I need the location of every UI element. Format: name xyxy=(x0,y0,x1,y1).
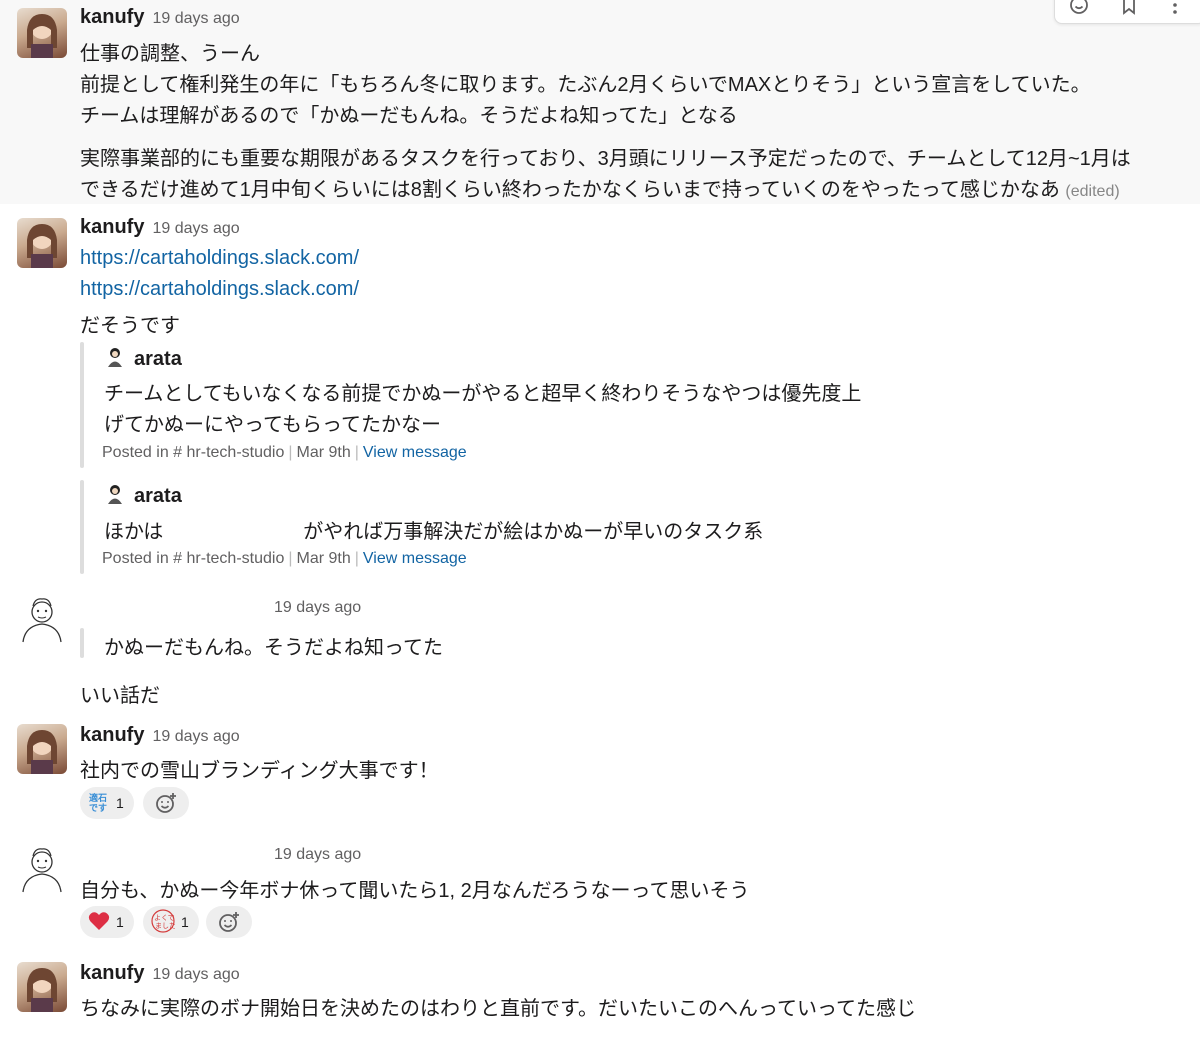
svg-text:よくでき: よくでき xyxy=(154,914,175,922)
add-reaction-button[interactable] xyxy=(206,906,252,938)
message-text: 仕事の調整、うーん xyxy=(80,43,260,65)
reaction-count: 1 xyxy=(116,795,124,811)
kanufy-avatar[interactable] xyxy=(17,724,67,774)
message-text: だそうです xyxy=(80,315,180,337)
message-1[interactable]: kanufy 19 days ago 仕事の調整、うーん 前提として権利発生の年に… xyxy=(0,0,1200,204)
message-text: 前提として権利発生の年に「もちろん冬に取ります。たぶん2月くらいでMAXとりそう… xyxy=(80,74,1091,96)
message-3[interactable]: 19 days ago かぬーだもんね。そうだよね知ってた いい話だ xyxy=(0,582,1200,712)
message-5[interactable]: 19 days ago 自分も、かぬー今年ボナ休って聞いたら1, 2月なんだろう… xyxy=(0,834,1200,954)
message-text: 社内での雪山ブランディング大事です！ xyxy=(80,760,439,782)
quote-bar xyxy=(80,342,84,468)
heart-emoji xyxy=(88,911,110,934)
quote-author[interactable]: arata xyxy=(104,346,182,371)
arata-avatar-icon xyxy=(108,348,122,367)
kanufy-avatar[interactable] xyxy=(17,8,67,58)
reaction-tekizai[interactable]: 適石 です 1 xyxy=(80,787,134,819)
reaction-count: 1 xyxy=(181,914,189,930)
quote-date: Mar 9th xyxy=(296,444,351,461)
svg-text:適石: 適石 xyxy=(89,792,107,804)
quote-bar xyxy=(80,628,84,658)
channel-link[interactable]: hr-tech-studio xyxy=(187,550,285,567)
message-text: できるだけ進めて1月中旬くらいには8割くらい終わったかなくらいまで持っていくのを… xyxy=(80,179,1060,201)
message-text-last: できるだけ進めて1月中旬くらいには8割くらい終わったかなくらいまで持っていくのを… xyxy=(80,173,1120,202)
svg-text:ました: ました xyxy=(155,922,175,930)
author-name[interactable]: kanufy xyxy=(80,6,144,28)
edited-label: (edited) xyxy=(1065,183,1120,200)
sketch-avatar[interactable] xyxy=(17,594,67,644)
reaction-yoku-dekimashita[interactable]: よくでき ました 1 xyxy=(143,906,199,938)
more-actions-icon[interactable] xyxy=(1163,0,1187,17)
quote-footer: Posted in # hr-tech-studio | Mar 9th | View … xyxy=(102,550,467,567)
message-text: ちなみに実際のボナ開始日を決めたのはわりと直前です。だいたいこのへんっていってた… xyxy=(80,998,916,1020)
add-reaction-button[interactable] xyxy=(143,787,189,819)
message-actions-toolbar xyxy=(1054,0,1200,24)
quote-bar xyxy=(80,480,84,574)
kanufy-avatar[interactable] xyxy=(17,218,67,268)
author-name[interactable]: kanufy xyxy=(80,962,144,984)
message-text: 自分も、かぬー今年ボナ休って聞いたら1, 2月なんだろうなーって思いそう xyxy=(80,880,750,902)
quote-author[interactable]: arata xyxy=(104,483,182,508)
channel-link[interactable]: hr-tech-studio xyxy=(187,444,285,461)
message-link[interactable]: https://cartaholdings.slack.com/ xyxy=(80,278,359,301)
channel-hash-icon: # xyxy=(173,550,183,567)
timestamp[interactable]: 19 days ago xyxy=(152,10,239,27)
arata-avatar-icon xyxy=(108,485,122,504)
reaction-count: 1 xyxy=(116,914,124,930)
bookmark-icon[interactable] xyxy=(1117,0,1141,17)
quote-text: かぬーだもんね。そうだよね知ってた xyxy=(104,637,443,659)
timestamp[interactable]: 19 days ago xyxy=(152,966,239,983)
timestamp[interactable]: 19 days ago xyxy=(152,220,239,237)
reaction-heart[interactable]: 1 xyxy=(80,906,134,938)
svg-text:です: です xyxy=(89,803,107,813)
quote-footer: Posted in # hr-tech-studio | Mar 9th | View … xyxy=(102,444,467,461)
add-reaction-icon[interactable] xyxy=(1067,0,1091,17)
message-text: 実際事業部的にも重要な期限があるタスクを行っており、3月頭にリリース予定だったの… xyxy=(80,148,1131,170)
message-text: いい話だ xyxy=(80,685,160,707)
view-message-link[interactable]: View message xyxy=(363,550,467,567)
timestamp[interactable]: 19 days ago xyxy=(274,599,361,616)
kanufy-avatar[interactable] xyxy=(17,962,67,1012)
sketch-avatar[interactable] xyxy=(17,844,67,894)
message-6[interactable]: kanufy 19 days ago ちなみに実際のボナ開始日を決めたのはわりと直… xyxy=(0,954,1200,1038)
quote-date: Mar 9th xyxy=(296,550,351,567)
quote-text: チームとしてもいなくなる前提でかぬーがやると超早く終わりそうなやつは優先度上 xyxy=(104,383,862,405)
tekizai-desu-emoji: 適石 です xyxy=(88,791,110,816)
yoku-dekimashita-emoji: よくでき ました xyxy=(151,908,182,936)
message-4[interactable]: kanufy 19 days ago 社内での雪山ブランディング大事です！ 適石 … xyxy=(0,712,1200,834)
quote-text: ほかは がやれば万事解決だが絵はかぬーが早いのタスク系 xyxy=(104,521,764,543)
add-reaction-icon xyxy=(156,793,176,813)
author-name[interactable]: kanufy xyxy=(80,216,144,238)
author-name[interactable]: kanufy xyxy=(80,724,144,746)
message-link[interactable]: https://cartaholdings.slack.com/ xyxy=(80,247,359,270)
channel-hash-icon: # xyxy=(173,444,183,461)
message-2[interactable]: kanufy 19 days ago https://cartaholdings.… xyxy=(0,204,1200,582)
timestamp[interactable]: 19 days ago xyxy=(274,846,361,863)
quote-text: げてかぬーにやってもらってたかなー xyxy=(104,414,441,436)
timestamp[interactable]: 19 days ago xyxy=(152,728,239,745)
message-text: チームは理解があるので「かぬーだもんね。そうだよね知ってた」となる xyxy=(80,105,738,127)
add-reaction-icon xyxy=(219,912,239,932)
view-message-link[interactable]: View message xyxy=(363,444,467,461)
